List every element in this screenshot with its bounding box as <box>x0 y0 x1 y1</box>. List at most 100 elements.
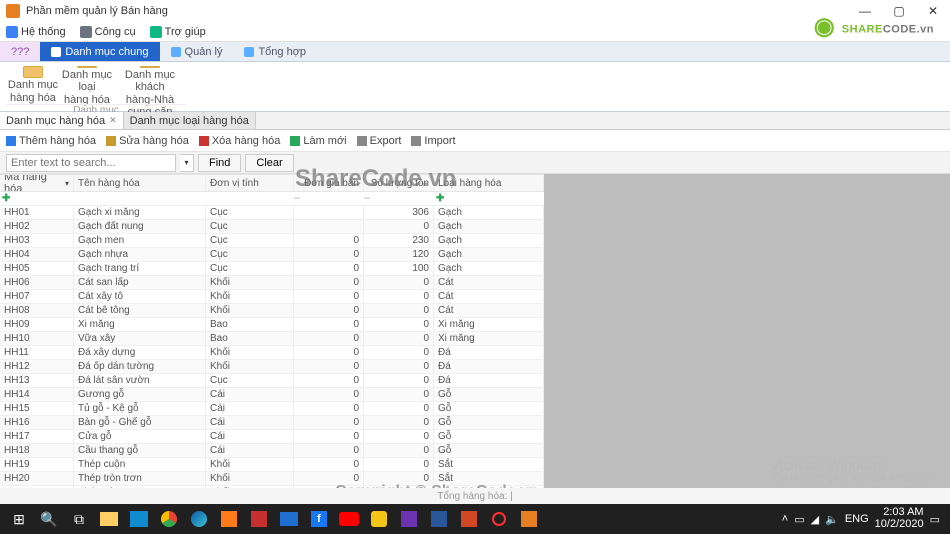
table-row[interactable]: HH08Cát bê tôngKhối00Cát <box>0 304 544 318</box>
table-row[interactable]: HH02Gạch đất nungCục0Gạch <box>0 220 544 234</box>
table-row[interactable]: HH17Cửa gỗCái00Gỗ <box>0 430 544 444</box>
table-row[interactable]: HH01Gạch xi măngCục306Gạch <box>0 206 544 220</box>
taskbar: ⊞ 🔍 ⧉ f ˄ ▭ ◢ 🔈 ENG 2:03 AM10/2/2020 ▭ <box>0 504 950 534</box>
tray-volume-icon[interactable]: 🔈 <box>825 513 839 526</box>
system-tray[interactable]: ˄ ▭ ◢ 🔈 ENG 2:03 AM10/2/2020 ▭ <box>782 507 946 530</box>
document-tabs: Danh mục hàng hóa✕ Danh mục loại hàng hó… <box>0 112 950 130</box>
search-input[interactable] <box>6 154 176 172</box>
tb-yt[interactable] <box>334 504 364 534</box>
tb-app2[interactable] <box>244 504 274 534</box>
col-qty[interactable]: Số lượng tồn <box>364 175 434 191</box>
tb-word[interactable] <box>424 504 454 534</box>
doc-tab-producttypes[interactable]: Danh mục loại hàng hóa <box>124 112 256 129</box>
ribbon-tab-manage[interactable]: Quản lý <box>160 42 234 61</box>
ribbon-tabs: ??? Danh mục chung Quản lý Tổng hợp <box>0 42 950 62</box>
col-code[interactable]: Mã hàng hóa ▾ <box>0 175 74 191</box>
cell-name: Cát xây tô <box>74 290 206 303</box>
taskview-button[interactable]: ⧉ <box>64 504 94 534</box>
close-icon[interactable]: ✕ <box>109 115 117 126</box>
table-row[interactable]: HH16Bàn gỗ - Ghế gỗCái00Gỗ <box>0 416 544 430</box>
table-row[interactable]: HH20Thép tròn trơnKhối00Sắt <box>0 472 544 486</box>
col-price[interactable]: Đơn giá bán <box>294 175 364 191</box>
clear-button[interactable]: Clear <box>245 154 293 172</box>
filter-icon[interactable]: ▾ <box>65 179 69 188</box>
tray-lang[interactable]: ENG <box>845 513 869 525</box>
tb-fb[interactable]: f <box>304 504 334 534</box>
export-button[interactable]: Export <box>357 135 402 147</box>
cell-unit: Cục <box>206 206 294 219</box>
tb-edge[interactable] <box>184 504 214 534</box>
refresh-button[interactable]: Làm mới <box>290 135 346 147</box>
tb-ppt[interactable] <box>454 504 484 534</box>
titlebar: Phần mềm quản lý Bán hàng — ▢ ✕ <box>0 0 950 22</box>
cell-qty: 0 <box>364 276 434 289</box>
table-row[interactable]: HH13Đá lát sân vườnCục00Đá <box>0 374 544 388</box>
tray-notifications-icon[interactable]: ▭ <box>930 513 940 526</box>
table-row[interactable]: HH07Cát xây tôKhối00Cát <box>0 290 544 304</box>
col-type[interactable]: Loại hàng hóa <box>434 175 544 191</box>
tb-app3[interactable] <box>364 504 394 534</box>
import-button[interactable]: Import <box>411 135 455 147</box>
edit-button[interactable]: Sửa hàng hóa <box>106 135 189 147</box>
tb-mail[interactable] <box>274 504 304 534</box>
table-row[interactable]: HH18Cầu thang gỗCái00Gỗ <box>0 444 544 458</box>
find-button[interactable]: Find <box>198 154 241 172</box>
ribbon-btn-product-catalog[interactable]: Danh mụchàng hóa <box>6 64 60 104</box>
tray-up-icon[interactable]: ˄ <box>782 513 788 525</box>
tb-running[interactable] <box>514 504 544 534</box>
cell-type: Đá <box>434 346 544 359</box>
tb-vs[interactable] <box>394 504 424 534</box>
cell-type: Gạch <box>434 234 544 247</box>
cell-unit: Cái <box>206 388 294 401</box>
delete-button[interactable]: Xóa hàng hóa <box>199 135 281 147</box>
table-row[interactable]: HH11Đá xây dựngKhối00Đá <box>0 346 544 360</box>
cell-unit: Bao <box>206 318 294 331</box>
new-row[interactable]: ✚ – – ✚ <box>0 192 544 206</box>
table-row[interactable]: HH15Tủ gỗ - Kệ gỗCái00Gỗ <box>0 402 544 416</box>
cell-name: Thép tròn trơn <box>74 472 206 485</box>
col-unit[interactable]: Đơn vị tính <box>206 175 294 191</box>
cell-price: 0 <box>294 472 364 485</box>
table-row[interactable]: HH06Cát san lấpKhối00Cát <box>0 276 544 290</box>
table-row[interactable]: HH05Gạch trang tríCục0100Gạch <box>0 262 544 276</box>
tb-app1[interactable] <box>214 504 244 534</box>
cell-code: HH08 <box>0 304 74 317</box>
tb-store[interactable] <box>124 504 154 534</box>
cell-name: Bàn gỗ - Ghế gỗ <box>74 416 206 429</box>
tray-wifi-icon[interactable]: ◢ <box>811 513 819 526</box>
ribbon-tab-catalog[interactable]: Danh mục chung <box>40 42 159 61</box>
cell-code: HH10 <box>0 332 74 345</box>
cell-code: HH03 <box>0 234 74 247</box>
cell-type: Gỗ <box>434 444 544 457</box>
table-row[interactable]: HH03Gạch menCục0230Gạch <box>0 234 544 248</box>
cell-price: 0 <box>294 248 364 261</box>
menu-help[interactable]: Trợ giúp <box>150 26 206 38</box>
ribbon-tab-summary[interactable]: Tổng hợp <box>233 42 317 61</box>
cell-code: HH16 <box>0 416 74 429</box>
menu-tools[interactable]: Công cụ <box>80 26 136 38</box>
tb-explorer[interactable] <box>94 504 124 534</box>
ribbon-btn-producttype-catalog[interactable]: Danh mục loạihàng hóa <box>60 64 114 104</box>
ribbon-btn-customer-catalog[interactable]: Danh mục kháchhàng-Nhà cung cấp <box>114 64 186 104</box>
tb-rec[interactable] <box>484 504 514 534</box>
menu-system[interactable]: Hệ thống <box>6 26 66 38</box>
start-button[interactable]: ⊞ <box>4 504 34 534</box>
table-row[interactable]: HH10Vữa xâyBao00Xi măng <box>0 332 544 346</box>
table-row[interactable]: HH04Gạch nhựaCục0120Gạch <box>0 248 544 262</box>
ribbon-tab-unknown[interactable]: ??? <box>0 42 40 61</box>
table-row[interactable]: HH14Gương gỗCái00Gỗ <box>0 388 544 402</box>
doc-tab-products[interactable]: Danh mục hàng hóa✕ <box>0 112 124 129</box>
cell-qty: 0 <box>364 318 434 331</box>
add-button[interactable]: Thêm hàng hóa <box>6 135 96 147</box>
table-row[interactable]: HH09Xi măngBao00Xi măng <box>0 318 544 332</box>
col-name[interactable]: Tên hàng hóa <box>74 175 206 191</box>
cell-type: Xi măng <box>434 332 544 345</box>
tray-battery-icon[interactable]: ▭ <box>794 513 804 526</box>
table-row[interactable]: HH19Thép cuộnKhối00Sắt <box>0 458 544 472</box>
tb-chrome[interactable] <box>154 504 184 534</box>
table-row[interactable]: HH12Đá ốp dán tườngKhối00Đá <box>0 360 544 374</box>
cell-qty: 0 <box>364 360 434 373</box>
search-button[interactable]: 🔍 <box>34 504 64 534</box>
tray-clock[interactable]: 2:03 AM10/2/2020 <box>875 507 924 530</box>
search-dropdown[interactable]: ▾ <box>180 154 194 172</box>
